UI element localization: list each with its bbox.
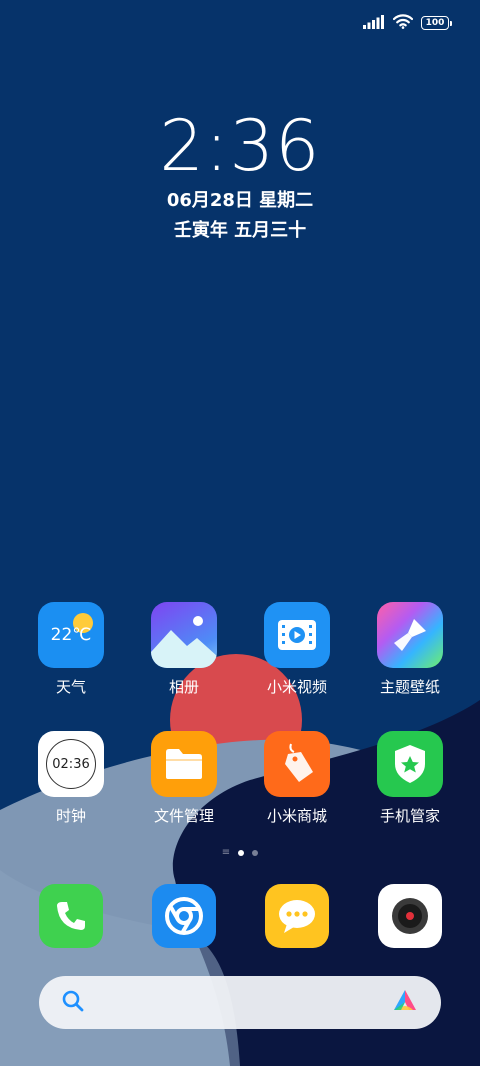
camera-icon <box>378 884 442 948</box>
weather-icon: 22℃ <box>38 602 104 668</box>
app-clock[interactable]: 02:36 时钟 <box>21 731 121 826</box>
search-bar[interactable] <box>39 976 441 1029</box>
weather-temp: 22℃ <box>50 625 92 645</box>
app-label-shop: 小米商城 <box>266 807 327 825</box>
folder-icon <box>151 731 217 797</box>
battery-tip <box>450 20 452 26</box>
date-text[interactable]: 06月28日 星期二 <box>0 186 480 212</box>
lunar-date-text: 壬寅年 五月三十 <box>173 220 307 241</box>
app-shop[interactable]: 小米商城 <box>247 731 347 826</box>
app-gallery[interactable]: 相册 <box>134 602 234 697</box>
app-files[interactable]: 文件管理 <box>134 731 234 826</box>
page-indicator[interactable]: ≡ <box>0 847 480 858</box>
wifi-icon <box>392 13 414 33</box>
app-label-clock: 时钟 <box>55 807 86 825</box>
shop-tag-icon <box>264 731 330 797</box>
app-label-gallery: 相册 <box>168 678 199 696</box>
browser-icon <box>152 884 216 948</box>
app-security[interactable]: 手机管家 <box>360 731 460 826</box>
page-dot-active <box>238 850 245 856</box>
message-icon <box>265 884 329 948</box>
assistant-icon[interactable] <box>391 988 419 1018</box>
app-weather[interactable]: 22℃ 天气 <box>21 602 121 697</box>
app-themes[interactable]: 主题壁纸 <box>360 602 460 697</box>
app-video[interactable]: 小米视频 <box>247 602 347 697</box>
dock-messages[interactable] <box>247 884 347 948</box>
dock-camera[interactable] <box>360 884 460 948</box>
app-label-video: 小米视频 <box>266 678 327 696</box>
video-icon <box>264 602 330 668</box>
clock-icon-time: 02:36 <box>52 756 90 772</box>
theme-brush-icon <box>377 602 443 668</box>
page-dot <box>252 850 259 856</box>
battery-indicator: 100 <box>421 16 452 30</box>
app-label-security: 手机管家 <box>379 807 440 825</box>
status-bar: 100 <box>363 12 452 34</box>
phone-icon <box>39 884 103 948</box>
gallery-icon <box>151 602 217 668</box>
dock-browser[interactable] <box>134 884 234 948</box>
clock-icon: 02:36 <box>38 731 104 797</box>
app-label-files: 文件管理 <box>153 807 214 825</box>
security-shield-icon <box>377 731 443 797</box>
clock-time[interactable]: 2:36 <box>0 105 480 187</box>
app-label-weather: 天气 <box>55 678 86 696</box>
search-icon[interactable] <box>61 989 85 1017</box>
app-label-themes: 主题壁纸 <box>379 678 440 696</box>
dock-phone[interactable] <box>21 884 121 948</box>
battery-level: 100 <box>421 16 449 30</box>
menu-lines-icon: ≡ <box>221 847 231 858</box>
signal-bars-icon <box>363 14 385 33</box>
